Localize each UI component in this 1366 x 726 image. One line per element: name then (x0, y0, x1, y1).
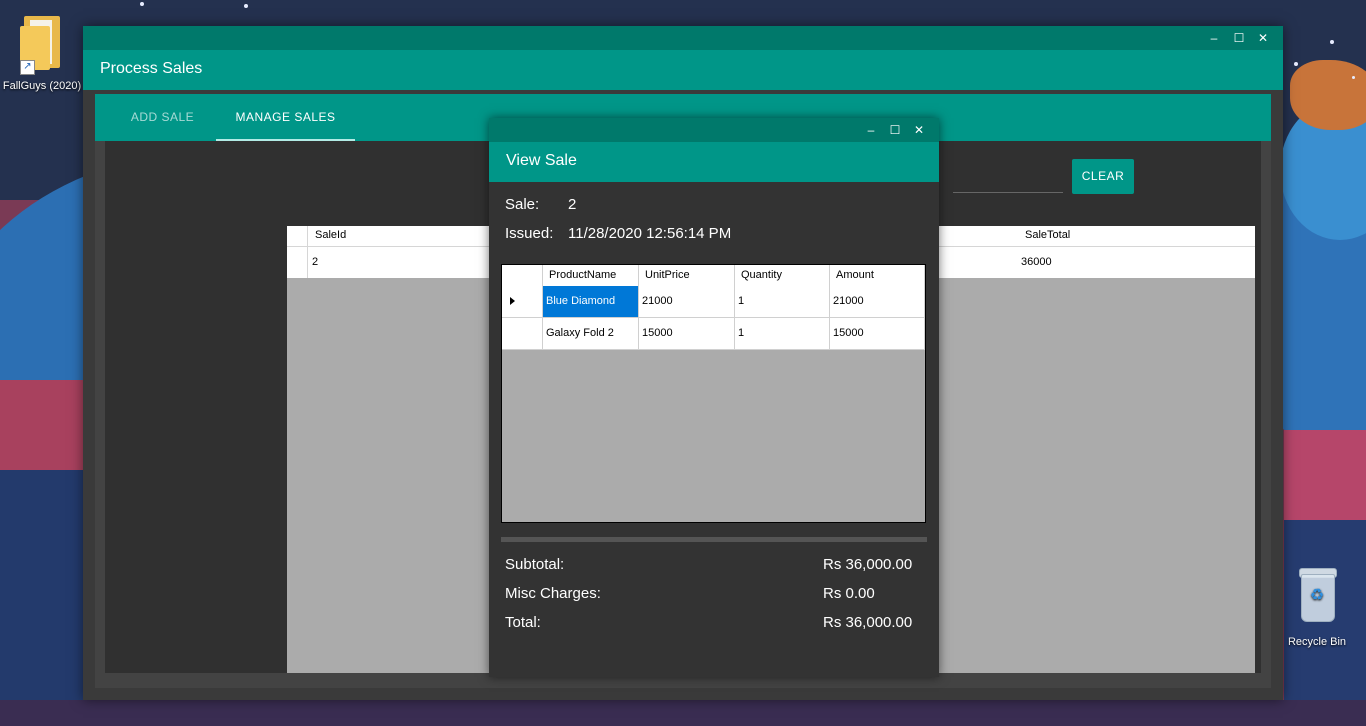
view-sale-dialog: – ☐ ✕ View Sale Sale: 2 Issued: 11/28/20… (489, 118, 939, 677)
folder-shortcut-icon: ↗ (20, 12, 64, 75)
table-row[interactable]: Galaxy Fold 2 15000 1 15000 (502, 318, 925, 350)
tab-label: MANAGE SALES (235, 110, 336, 124)
desktop-icon-recycle-bin[interactable]: ♻ Recycle Bin (1282, 566, 1352, 648)
grid-header: ProductName UnitPrice Quantity Amount (502, 265, 925, 287)
issued-value: 11/28/2020 12:56:14 PM (568, 225, 732, 242)
window-titlebar[interactable]: – ☐ ✕ (83, 26, 1283, 50)
tab-add-sale[interactable]: ADD SALE (110, 94, 215, 141)
row-header-cell[interactable] (502, 286, 543, 317)
misc-charges-value: Rs 0.00 (823, 585, 875, 602)
close-button[interactable]: ✕ (1253, 29, 1273, 47)
column-header-productname[interactable]: ProductName (543, 265, 639, 286)
cell-amount[interactable]: 15000 (830, 318, 925, 349)
column-header-saleid[interactable]: SaleId (315, 229, 346, 241)
current-row-arrow-icon (510, 297, 515, 305)
desktop-icon-label: Recycle Bin (1287, 636, 1347, 648)
column-header-quantity[interactable]: Quantity (735, 265, 830, 286)
maximize-button[interactable]: ☐ (1229, 29, 1249, 47)
cell-quantity[interactable]: 1 (735, 318, 830, 349)
column-header-unitprice[interactable]: UnitPrice (639, 265, 735, 286)
column-header-amount[interactable]: Amount (830, 265, 925, 286)
row-header-cell[interactable] (287, 247, 308, 278)
row-header-cell[interactable] (502, 318, 543, 349)
cell-saletotal[interactable]: 36000 (1021, 256, 1052, 268)
close-button[interactable]: ✕ (909, 121, 929, 139)
dialog-header: View Sale (489, 142, 939, 182)
cell-productname[interactable]: Blue Diamond (543, 286, 639, 317)
maximize-button[interactable]: ☐ (885, 121, 905, 139)
desktop-icon-fallguys[interactable]: ↗ FallGuys (2020) (0, 12, 84, 92)
clear-button[interactable]: CLEAR (1072, 159, 1134, 194)
sale-value: 2 (568, 196, 577, 213)
cell-saleid[interactable]: 2 (312, 256, 318, 268)
window-title: Process Sales (100, 60, 203, 77)
desktop-icon-label: FallGuys (2020) (2, 80, 82, 92)
row-header-cell (287, 226, 308, 246)
minimize-button[interactable]: – (1204, 29, 1224, 47)
minimize-button[interactable]: – (861, 121, 881, 139)
dialog-titlebar[interactable]: – ☐ ✕ (489, 118, 939, 142)
total-label: Total: (505, 614, 541, 631)
cell-unitprice[interactable]: 15000 (639, 318, 735, 349)
cell-productname[interactable]: Galaxy Fold 2 (543, 318, 639, 349)
sale-items-grid[interactable]: ProductName UnitPrice Quantity Amount Bl… (501, 264, 926, 523)
issued-label: Issued: (505, 225, 554, 242)
divider (501, 537, 927, 542)
total-value: Rs 36,000.00 (823, 614, 913, 631)
tab-manage-sales[interactable]: MANAGE SALES (216, 94, 355, 141)
table-row[interactable]: Blue Diamond 21000 1 21000 (502, 286, 925, 318)
dialog-title: View Sale (506, 152, 577, 169)
row-header-cell (502, 265, 543, 286)
column-header-saletotal[interactable]: SaleTotal (1025, 229, 1070, 241)
cell-unitprice[interactable]: 21000 (639, 286, 735, 317)
cell-quantity[interactable]: 1 (735, 286, 830, 317)
subtotal-label: Subtotal: (505, 556, 565, 573)
recycle-bin-icon: ♻ (1297, 566, 1337, 622)
misc-charges-label: Misc Charges: (505, 585, 601, 602)
sale-label: Sale: (505, 196, 540, 213)
cell-amount[interactable]: 21000 (830, 286, 925, 317)
window-header: Process Sales (83, 50, 1283, 90)
search-input[interactable] (953, 192, 1063, 193)
subtotal-value: Rs 36,000.00 (823, 556, 913, 573)
